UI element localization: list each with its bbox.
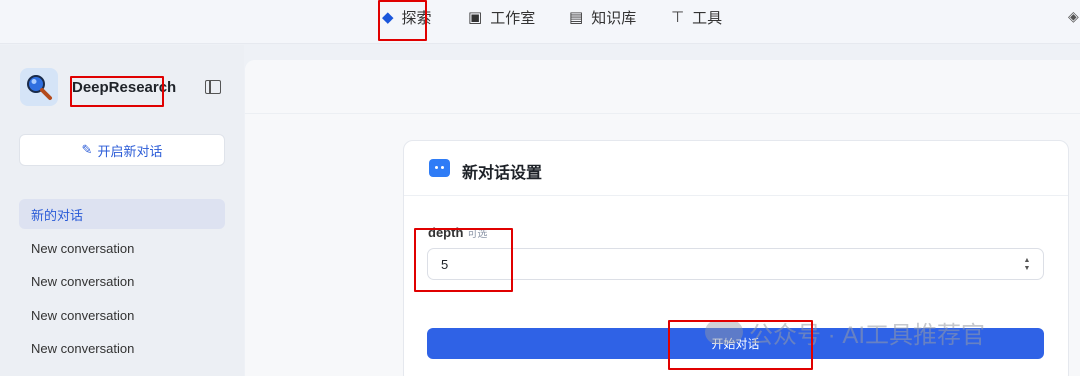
conversation-label: New conversation bbox=[31, 240, 135, 256]
conversation-item[interactable]: 新的对话 bbox=[19, 199, 225, 229]
conversation-label: New conversation bbox=[31, 273, 135, 289]
depth-label: depth 可选 bbox=[428, 225, 487, 240]
book-icon: ▤ bbox=[569, 8, 584, 26]
nav-tools[interactable]: ⊤ 工具 bbox=[671, 0, 722, 34]
select-arrows-icon: ▲ ▼ bbox=[1023, 257, 1031, 272]
sidebar: DeepResearch ✎ 开启新对话 新的对话 New conversati… bbox=[0, 45, 244, 376]
nav-studio[interactable]: ▣ 工作室 bbox=[468, 0, 535, 34]
top-navigation: ◆ 探索 ▣ 工作室 ▤ 知识库 ⊤ 工具 ◈ bbox=[0, 0, 1080, 44]
watermark-text: 公众号 · AI工具推荐官 bbox=[749, 321, 986, 349]
main-header bbox=[245, 60, 1080, 114]
conversation-item[interactable]: New conversation bbox=[19, 233, 225, 263]
nav-knowledge-base[interactable]: ▤ 知识库 bbox=[569, 0, 636, 34]
wechat-logo-icon bbox=[705, 320, 743, 344]
depth-value: 5 bbox=[441, 256, 449, 272]
conversation-item[interactable]: New conversation bbox=[19, 333, 225, 363]
card-title: 新对话设置 bbox=[462, 165, 543, 182]
nav-kb-label: 知识库 bbox=[591, 9, 637, 27]
cube-icon[interactable]: ◈ bbox=[1068, 8, 1079, 25]
nav-studio-label: 工作室 bbox=[490, 9, 536, 27]
optional-tag: 可选 bbox=[467, 229, 488, 240]
nav-explore[interactable]: ◆ 探索 bbox=[382, 0, 432, 34]
chat-bot-icon bbox=[429, 159, 450, 177]
depth-label-text: depth bbox=[428, 225, 464, 240]
edit-icon: ✎ bbox=[81, 142, 93, 157]
app-logo bbox=[20, 68, 58, 106]
watermark: 公众号 · AI工具推荐官 bbox=[705, 316, 986, 349]
new-chat-button[interactable]: ✎ 开启新对话 bbox=[19, 134, 225, 166]
depth-select[interactable]: 5 ▲ ▼ bbox=[427, 248, 1044, 280]
sidebar-collapse-icon[interactable] bbox=[205, 80, 221, 94]
conversation-label: New conversation bbox=[31, 307, 135, 323]
nav-tools-label: 工具 bbox=[692, 9, 723, 27]
magnifier-icon bbox=[27, 75, 52, 100]
new-chat-label: 开启新对话 bbox=[97, 143, 163, 159]
compass-leaf-icon: ◆ bbox=[382, 8, 394, 26]
conversation-label: New conversation bbox=[31, 340, 135, 356]
nav-explore-label: 探索 bbox=[401, 9, 432, 27]
card-header: 新对话设置 bbox=[404, 141, 1068, 196]
hammer-icon: ⊤ bbox=[671, 8, 685, 26]
conversation-item[interactable]: New conversation bbox=[19, 266, 225, 296]
app-name: DeepResearch bbox=[72, 79, 177, 96]
robot-icon: ▣ bbox=[468, 8, 483, 26]
conversation-item[interactable]: New conversation bbox=[19, 300, 225, 330]
conversation-label: 新的对话 bbox=[31, 207, 84, 223]
